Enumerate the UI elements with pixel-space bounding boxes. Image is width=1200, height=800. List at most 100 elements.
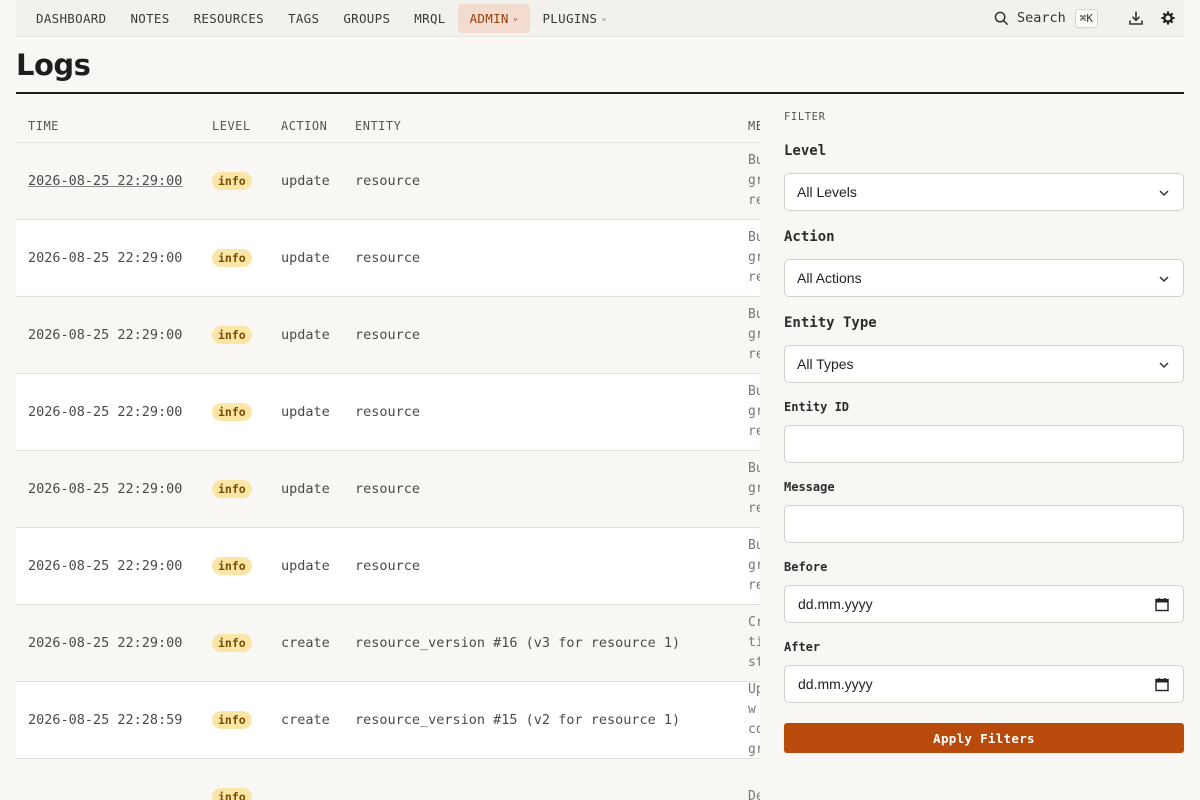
log-message-line: De xyxy=(748,789,760,800)
action-select[interactable]: All Actions xyxy=(784,259,1184,297)
filter-title: FILTER xyxy=(784,111,826,123)
column-header-me[interactable]: ME xyxy=(748,119,760,133)
nav-item-admin[interactable]: ADMIN ⌄ xyxy=(457,3,531,33)
log-message: Bu gr re xyxy=(748,228,760,288)
level-select[interactable]: All Levels xyxy=(784,173,1184,211)
before-label: Before xyxy=(784,560,828,574)
log-entity: resource xyxy=(355,481,421,497)
before-date-input[interactable]: dd.mm.yyyy xyxy=(784,585,1184,623)
log-message-line: re xyxy=(748,501,760,516)
log-time[interactable]: 2026-08-25 22:29:00 xyxy=(28,404,182,420)
log-action: update xyxy=(281,481,330,497)
log-message-line: w xyxy=(748,702,756,717)
settings-button[interactable] xyxy=(1152,0,1184,37)
chevron-down-icon: ⌄ xyxy=(512,13,519,23)
log-message-line: gr xyxy=(748,173,760,188)
table-body: 2026-08-25 22:29:00 info update resource Bu g… xyxy=(16,143,760,800)
nav-item-label: MRQL xyxy=(414,10,446,26)
column-header-entity[interactable]: ENTITY xyxy=(355,119,401,133)
log-action: update xyxy=(281,327,330,343)
column-header-time[interactable]: TIME xyxy=(28,119,59,133)
search-shortcut: ⌘K xyxy=(1074,8,1098,28)
nav-items: DASHBOARD NOTES RESOURCES TAGS GROUPS MRQL ADM… xyxy=(24,3,619,33)
log-message-line: Bu xyxy=(748,153,760,168)
table-header: TIME LEVEL ACTION ENTITY ME xyxy=(16,110,760,143)
after-label: After xyxy=(784,640,821,654)
log-message: Bu gr re xyxy=(748,151,760,211)
search-button[interactable]: Search ⌘K xyxy=(986,8,1106,28)
log-time[interactable]: 2026-08-25 22:29:00 xyxy=(28,173,182,189)
table-row[interactable]: info De xyxy=(16,759,760,800)
log-entity: resource xyxy=(355,173,421,189)
table-row[interactable]: 2026-08-25 22:29:00 info update resource Bu g… xyxy=(16,528,760,605)
table-row[interactable]: 2026-08-25 22:29:00 info update resource Bu g… xyxy=(16,451,760,528)
chevron-down-icon xyxy=(1159,190,1169,197)
column-header-action[interactable]: ACTION xyxy=(281,119,327,133)
calendar-icon[interactable] xyxy=(1155,597,1169,612)
search-icon xyxy=(994,11,1009,25)
message-input[interactable] xyxy=(784,505,1184,543)
log-message-line: gr xyxy=(748,481,760,496)
entity-type-select[interactable]: All Types xyxy=(784,345,1184,383)
chevron-down-icon xyxy=(1159,362,1169,369)
column-header-level[interactable]: LEVEL xyxy=(212,119,251,133)
log-action: update xyxy=(281,173,330,189)
log-message-line: re xyxy=(748,270,760,285)
log-message-line: Cr xyxy=(748,615,760,630)
log-message: Bu gr re xyxy=(748,459,760,519)
table-row[interactable]: 2026-08-25 22:29:00 info update resource Bu g… xyxy=(16,143,760,220)
table-row[interactable]: 2026-08-25 22:29:00 info update resource Bu g… xyxy=(16,220,760,297)
log-time[interactable]: 2026-08-25 22:29:00 xyxy=(28,481,182,497)
log-action: update xyxy=(281,404,330,420)
top-nav: DASHBOARD NOTES RESOURCES TAGS GROUPS MRQL ADM… xyxy=(16,0,1184,37)
nav-item-label: PLUGINS xyxy=(542,10,598,26)
nav-item-notes[interactable]: NOTES xyxy=(118,4,181,33)
log-message-line: Bu xyxy=(748,461,760,476)
chevron-down-icon: ⌄ xyxy=(601,13,607,23)
nav-item-dashboard[interactable]: DASHBOARD xyxy=(24,4,118,33)
nav-item-label: NOTES xyxy=(130,10,170,26)
nav-item-groups[interactable]: GROUPS xyxy=(331,4,402,33)
nav-item-mrql[interactable]: MRQL xyxy=(402,4,457,33)
entity-id-label: Entity ID xyxy=(784,400,850,414)
log-action: update xyxy=(281,558,330,574)
log-message: Bu gr re xyxy=(748,536,760,596)
apply-filters-button[interactable]: Apply Filters xyxy=(784,723,1184,753)
action-select-value: All Actions xyxy=(797,270,862,286)
log-entity: resource xyxy=(355,558,421,574)
nav-item-label: ADMIN xyxy=(469,10,509,26)
log-entity: resource_version #16 (v3 for resource 1) xyxy=(355,635,681,651)
entity-id-input[interactable] xyxy=(784,425,1184,463)
entity-type-select-value: All Types xyxy=(797,356,854,372)
download-button[interactable] xyxy=(1120,0,1152,37)
log-entity: resource xyxy=(355,250,421,266)
log-message-line: re xyxy=(748,578,760,593)
level-badge: info xyxy=(212,557,252,575)
table-row[interactable]: 2026-08-25 22:29:00 info create resource_ve… xyxy=(16,605,760,682)
nav-item-plugins[interactable]: PLUGINS ⌄ xyxy=(530,4,619,33)
log-message: Bu gr re xyxy=(748,305,760,365)
level-badge: info xyxy=(212,249,252,267)
table-row[interactable]: 2026-08-25 22:29:00 info update resource Bu g… xyxy=(16,297,760,374)
level-select-value: All Levels xyxy=(797,184,857,200)
level-label: Level xyxy=(784,143,827,159)
log-time[interactable]: 2026-08-25 22:29:00 xyxy=(28,250,182,266)
log-time[interactable]: 2026-08-25 22:29:00 xyxy=(28,635,182,651)
log-message-line: Bu xyxy=(748,230,760,245)
after-date-input[interactable]: dd.mm.yyyy xyxy=(784,665,1184,703)
table-row[interactable]: 2026-08-25 22:28:59 info create resource_ve… xyxy=(16,682,760,759)
before-placeholder: dd.mm.yyyy xyxy=(798,596,873,612)
log-message-line: gr xyxy=(748,558,760,573)
nav-item-tags[interactable]: TAGS xyxy=(276,4,331,33)
log-time[interactable]: 2026-08-25 22:28:59 xyxy=(28,712,182,728)
nav-item-resources[interactable]: RESOURCES xyxy=(182,4,276,33)
log-message-line: re xyxy=(748,347,760,362)
log-time[interactable]: 2026-08-25 22:29:00 xyxy=(28,558,182,574)
log-time[interactable]: 2026-08-25 22:29:00 xyxy=(28,327,182,343)
log-message-line: re xyxy=(748,424,760,439)
nav-item-label: GROUPS xyxy=(343,10,391,26)
nav-item-label: TAGS xyxy=(288,10,320,26)
table-row[interactable]: 2026-08-25 22:29:00 info update resource Bu g… xyxy=(16,374,760,451)
log-message-line: re xyxy=(748,193,760,208)
calendar-icon[interactable] xyxy=(1155,677,1169,692)
